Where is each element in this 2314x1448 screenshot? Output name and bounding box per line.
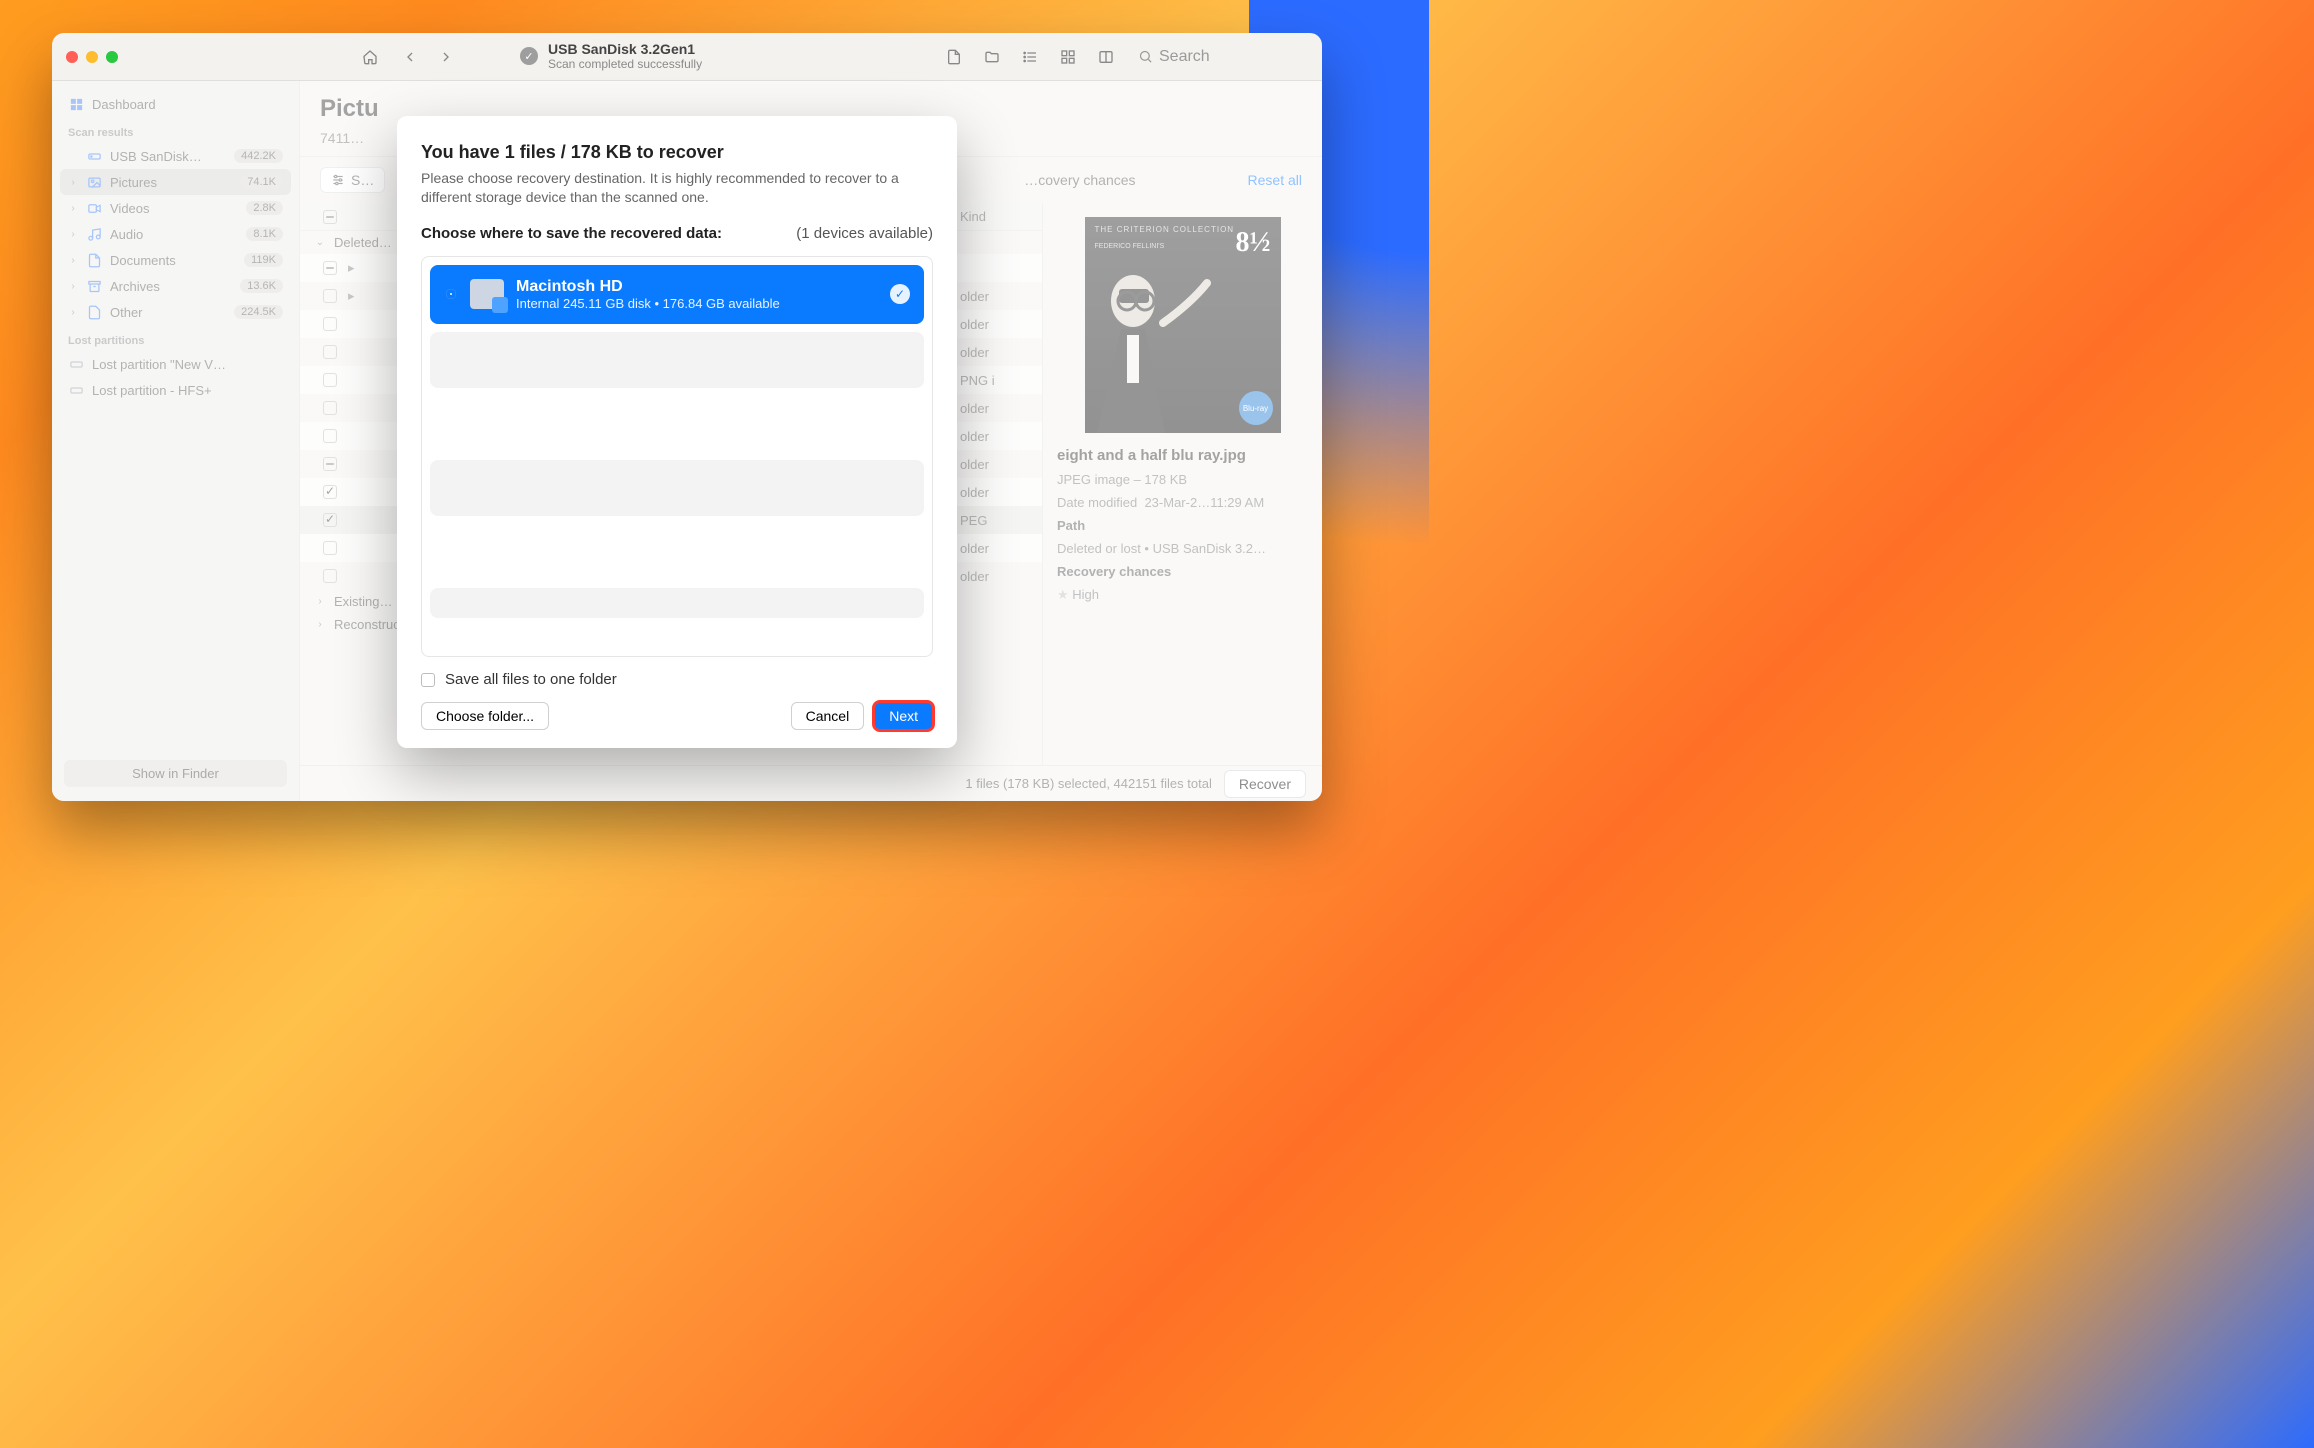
search-placeholder: Search — [1159, 48, 1210, 66]
dialog-title: You have 1 files / 178 KB to recover — [421, 142, 933, 163]
destination-list: Macintosh HD Internal 245.11 GB disk • 1… — [421, 256, 933, 657]
cancel-button[interactable]: Cancel — [791, 702, 865, 730]
save-all-label: Save all files to one folder — [445, 671, 617, 688]
window-controls — [66, 51, 118, 63]
destination-device[interactable]: Macintosh HD Internal 245.11 GB disk • 1… — [430, 265, 924, 324]
home-button[interactable] — [356, 43, 384, 71]
list-view-button[interactable] — [1016, 43, 1044, 71]
close-window-button[interactable] — [66, 51, 78, 63]
scan-status-text: Scan completed successfully — [548, 58, 702, 71]
checkbox[interactable] — [421, 673, 435, 687]
forward-button[interactable] — [432, 43, 460, 71]
zoom-window-button[interactable] — [106, 51, 118, 63]
destination-placeholder — [430, 332, 924, 388]
radio-selected-icon — [444, 287, 458, 301]
choose-folder-button[interactable]: Choose folder... — [421, 702, 549, 730]
window-title: USB SanDisk 3.2Gen1 Scan completed succe… — [548, 42, 702, 71]
device-name: Macintosh HD — [516, 277, 780, 296]
destination-placeholder — [430, 460, 924, 516]
internal-disk-icon — [470, 279, 504, 309]
search-icon — [1138, 49, 1153, 64]
destination-placeholder — [430, 396, 924, 452]
nav-back-forward — [394, 43, 462, 71]
choose-destination-label: Choose where to save the recovered data: — [421, 225, 722, 242]
destination-placeholder — [430, 588, 924, 618]
new-file-button[interactable] — [940, 43, 968, 71]
panel-toggle-button[interactable] — [1092, 43, 1120, 71]
devices-available: (1 devices available) — [796, 225, 933, 242]
destination-placeholder — [430, 524, 924, 580]
search-field[interactable]: Search — [1128, 44, 1308, 70]
titlebar: ✓ USB SanDisk 3.2Gen1 Scan completed suc… — [52, 33, 1322, 81]
grid-view-button[interactable] — [1054, 43, 1082, 71]
next-button[interactable]: Next — [874, 702, 933, 730]
folder-button[interactable] — [978, 43, 1006, 71]
recover-destination-dialog: You have 1 files / 178 KB to recover Ple… — [397, 116, 957, 748]
minimize-window-button[interactable] — [86, 51, 98, 63]
scan-status-icon: ✓ — [520, 47, 538, 65]
device-details: Internal 245.11 GB disk • 176.84 GB avai… — [516, 296, 780, 312]
source-name: USB SanDisk 3.2Gen1 — [548, 42, 702, 57]
check-circle-icon: ✓ — [890, 284, 910, 304]
save-all-one-folder[interactable]: Save all files to one folder — [421, 671, 933, 688]
back-button[interactable] — [396, 43, 424, 71]
dialog-description: Please choose recovery destination. It i… — [421, 169, 933, 207]
